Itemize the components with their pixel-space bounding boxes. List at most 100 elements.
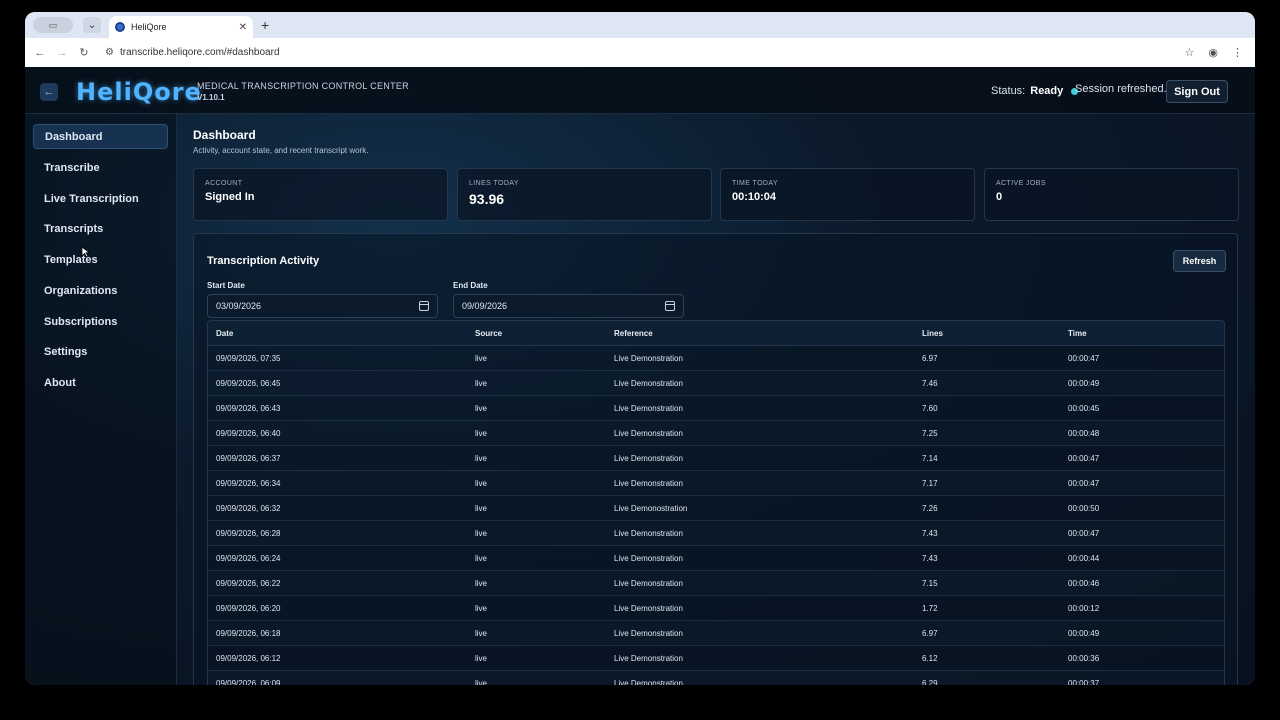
- profile-icon[interactable]: ◉: [1208, 46, 1218, 59]
- sidebar-item-live-transcription[interactable]: Live Transcription: [33, 186, 168, 211]
- cell-lines: 7.14: [922, 453, 938, 463]
- cell-source: live: [475, 453, 488, 463]
- cell-lines: 1.72: [922, 603, 938, 613]
- cell-source: live: [475, 528, 488, 538]
- sign-out-button[interactable]: Sign Out: [1166, 80, 1228, 103]
- sidebar-item-about[interactable]: About: [33, 370, 168, 395]
- cell-lines: 7.43: [922, 553, 938, 563]
- sidebar-item-organizations[interactable]: Organizations: [33, 278, 168, 303]
- table-row[interactable]: 09/09/2026, 06:37 live Live Demonstration 7…: [208, 446, 1224, 471]
- start-date-label: Start Date: [207, 281, 245, 290]
- cell-lines: 7.46: [922, 378, 938, 388]
- table-row[interactable]: 09/09/2026, 06:45 live Live Demonstration 7…: [208, 371, 1224, 396]
- cell-reference: Live Demonstration: [614, 653, 683, 663]
- end-date-value: 09/09/2026: [462, 301, 508, 311]
- favicon-icon: [115, 22, 125, 32]
- cell-reference: Live Demonstration: [614, 603, 683, 613]
- sidebar-item-transcripts[interactable]: Transcripts: [33, 216, 168, 241]
- table-body: 09/09/2026, 07:35 live Live Demonstration 6…: [208, 346, 1224, 685]
- calendar-icon[interactable]: [419, 301, 429, 311]
- sidebar-item-subscriptions[interactable]: Subscriptions: [33, 309, 168, 334]
- cell-date: 09/09/2026, 06:40: [216, 428, 281, 438]
- reload-icon[interactable]: ↻: [73, 46, 95, 59]
- session-message: Session refreshed.: [1075, 83, 1167, 95]
- lines-today-card: LINES TODAY 93.96: [457, 168, 712, 221]
- calendar-icon[interactable]: [665, 301, 675, 311]
- sidebar-item-settings[interactable]: Settings: [33, 339, 168, 364]
- app-version: V1.10.1: [197, 93, 225, 102]
- cell-reference: Live Demonstration: [614, 528, 683, 538]
- table-row[interactable]: 09/09/2026, 06:43 live Live Demonstration 7…: [208, 396, 1224, 421]
- table-row[interactable]: 09/09/2026, 07:35 live Live Demonstration 6…: [208, 346, 1224, 371]
- start-date-input[interactable]: 03/09/2026: [207, 294, 438, 318]
- close-icon[interactable]: ✕: [239, 22, 247, 33]
- cell-date: 09/09/2026, 06:24: [216, 553, 281, 563]
- cell-lines: 7.15: [922, 578, 938, 588]
- table-row[interactable]: 09/09/2026, 06:34 live Live Demonstration 7…: [208, 471, 1224, 496]
- card-value: 93.96: [469, 191, 505, 207]
- cell-lines: 6.12: [922, 653, 938, 663]
- cell-date: 09/09/2026, 06:43: [216, 403, 281, 413]
- refresh-button[interactable]: Refresh: [1173, 250, 1226, 272]
- column-header-date[interactable]: Date: [208, 329, 475, 338]
- cell-source: live: [475, 578, 488, 588]
- time-today-card: TIME TODAY 00:10:04: [720, 168, 975, 221]
- address-bar[interactable]: ⚙ transcribe.heliqore.com/#dashboard: [105, 47, 1185, 58]
- cell-time: 00:00:47: [1068, 453, 1100, 463]
- back-icon[interactable]: ←: [40, 83, 58, 101]
- card-label: LINES TODAY: [469, 180, 519, 187]
- cell-reference: Live Demonstration: [614, 578, 683, 588]
- back-arrow-icon[interactable]: ←: [29, 47, 51, 59]
- cell-date: 09/09/2026, 06:18: [216, 628, 281, 638]
- table-row[interactable]: 09/09/2026, 06:32 live Live Demonostration…: [208, 496, 1224, 521]
- panel-title: Transcription Activity: [207, 255, 320, 267]
- cell-time: 00:00:47: [1068, 478, 1100, 488]
- table-row[interactable]: 09/09/2026, 06:24 live Live Demonstration 7…: [208, 546, 1224, 571]
- mouse-pointer-icon: [81, 246, 91, 258]
- star-icon[interactable]: ☆: [1185, 46, 1195, 59]
- cell-time: 00:00:49: [1068, 628, 1100, 638]
- cell-lines: 6.97: [922, 353, 938, 363]
- card-value: Signed In: [205, 191, 255, 203]
- card-label: ACTIVE JOBS: [996, 180, 1046, 187]
- cell-date: 09/09/2026, 06:37: [216, 453, 281, 463]
- cell-time: 00:00:49: [1068, 378, 1100, 388]
- table-row[interactable]: 09/09/2026, 06:20 live Live Demonstration 1…: [208, 596, 1224, 621]
- cell-time: 00:00:44: [1068, 553, 1100, 563]
- browser-tab[interactable]: HeliQore ✕: [109, 16, 253, 38]
- cell-reference: Live Demonstration: [614, 553, 683, 563]
- column-header-reference[interactable]: Reference: [614, 329, 922, 338]
- sidebar-item-templates[interactable]: Templates: [33, 247, 168, 272]
- new-tab-icon[interactable]: +: [261, 17, 269, 33]
- logo: HeliQore: [76, 78, 202, 106]
- table-row[interactable]: 09/09/2026, 06:22 live Live Demonstration 7…: [208, 571, 1224, 596]
- table-row[interactable]: 09/09/2026, 06:09 live Live Demonstration 6…: [208, 671, 1224, 685]
- cell-source: live: [475, 403, 488, 413]
- page-title: Dashboard: [193, 128, 256, 142]
- table-row[interactable]: 09/09/2026, 06:28 live Live Demonstration 7…: [208, 521, 1224, 546]
- table-row[interactable]: 09/09/2026, 06:18 live Live Demonstration 6…: [208, 621, 1224, 646]
- menu-kebab-icon[interactable]: ⋮: [1232, 46, 1243, 59]
- cell-time: 00:00:47: [1068, 528, 1100, 538]
- status-label: Status:: [991, 85, 1026, 97]
- cell-source: live: [475, 478, 488, 488]
- end-date-input[interactable]: 09/09/2026: [453, 294, 684, 318]
- tab-search-icon[interactable]: ▭: [33, 17, 73, 33]
- forward-arrow-icon[interactable]: →: [51, 47, 73, 59]
- table-row[interactable]: 09/09/2026, 06:12 live Live Demonstration 6…: [208, 646, 1224, 671]
- column-header-time[interactable]: Time: [1068, 329, 1224, 338]
- cell-reference: Live Demonstration: [614, 378, 683, 388]
- card-value: 00:10:04: [732, 191, 777, 203]
- cell-reference: Live Demonostration: [614, 503, 688, 513]
- chevron-down-icon[interactable]: ⌄: [83, 17, 101, 33]
- cell-date: 09/09/2026, 06:22: [216, 578, 281, 588]
- column-header-lines[interactable]: Lines: [922, 329, 1068, 338]
- column-header-source[interactable]: Source: [475, 329, 614, 338]
- sidebar-item-transcribe[interactable]: Transcribe: [33, 155, 168, 180]
- sidebar-item-dashboard[interactable]: Dashboard: [33, 124, 168, 149]
- active-jobs-card: ACTIVE JOBS 0: [984, 168, 1239, 221]
- cell-source: live: [475, 553, 488, 563]
- table-row[interactable]: 09/09/2026, 06:40 live Live Demonstration 7…: [208, 421, 1224, 446]
- cell-lines: 7.25: [922, 428, 938, 438]
- site-settings-icon[interactable]: ⚙: [105, 47, 114, 58]
